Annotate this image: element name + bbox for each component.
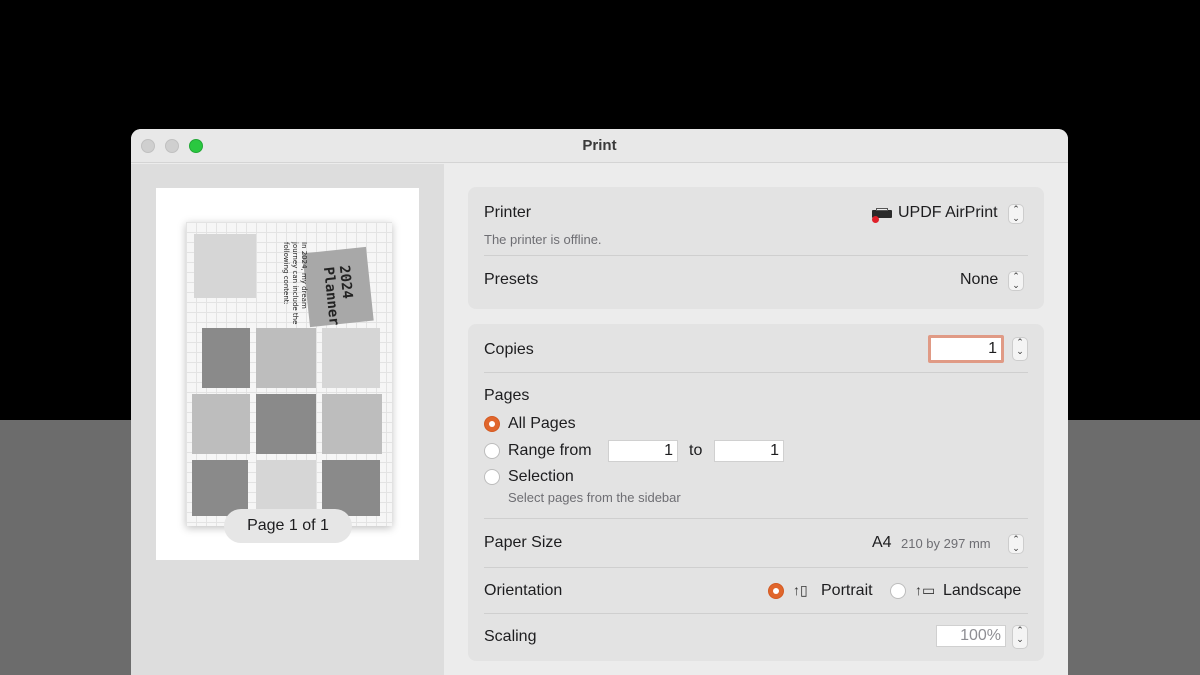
scaling-input[interactable]: 100% — [936, 625, 1006, 647]
thumbnail-tile — [194, 234, 256, 298]
landscape-radio[interactable] — [890, 583, 906, 599]
divider — [484, 372, 1028, 373]
divider — [484, 613, 1028, 614]
page-indicator: Page 1 of 1 — [224, 509, 352, 543]
divider — [484, 567, 1028, 568]
divider — [484, 255, 1028, 256]
orientation-label: Orientation — [484, 582, 563, 599]
portrait-orientation-icon: ↑▯ — [793, 582, 808, 598]
thumbnail-photo — [322, 460, 380, 516]
copies-label: Copies — [484, 341, 534, 358]
presets-select[interactable]: None — [960, 271, 998, 289]
pages-label: Pages — [484, 387, 530, 404]
paper-size-detail: 210 by 297 mm — [901, 536, 991, 551]
thumbnail-photo — [256, 328, 316, 388]
presets-popup-chevron-icon[interactable]: ⌃ ⌄ — [1008, 271, 1024, 291]
printer-panel: Printer UPDF AirPrint ⌃ ⌄ The printer is … — [468, 187, 1044, 309]
copies-input[interactable]: 1 — [928, 335, 1004, 363]
range-radio[interactable] — [484, 443, 500, 459]
printer-label: Printer — [484, 204, 532, 221]
settings-pane: Printer UPDF AirPrint ⌃ ⌄ The printer is … — [444, 164, 1068, 675]
thumbnail-photo — [256, 394, 316, 454]
thumbnail-photo — [256, 460, 316, 516]
divider — [484, 518, 1028, 519]
printer-popup-chevron-icon[interactable]: ⌃ ⌄ — [1008, 204, 1024, 224]
scaling-label: Scaling — [484, 628, 537, 645]
thumbnail-text: In 2024, my dream journey can include th… — [282, 242, 308, 325]
landscape-label: Landscape — [943, 582, 1022, 599]
thumbnail-photo — [322, 328, 380, 388]
landscape-orientation-icon: ↑▭ — [915, 582, 936, 598]
selection-radio[interactable] — [484, 469, 500, 485]
title-bar: Print — [131, 129, 1068, 163]
printer-status: The printer is offline. — [484, 232, 602, 247]
selection-hint: Select pages from the sidebar — [508, 490, 681, 505]
copies-stepper[interactable]: ⌃ ⌄ — [1012, 337, 1028, 361]
page-thumbnail: 2024 Planner In 2024, my dream journey c… — [186, 222, 392, 526]
portrait-label: Portrait — [821, 582, 873, 599]
preview-pane: 2024 Planner In 2024, my dream journey c… — [131, 164, 444, 675]
range-from-label: Range from — [508, 442, 592, 459]
paper-size-popup-chevron-icon[interactable]: ⌃ ⌄ — [1008, 534, 1024, 554]
portrait-radio[interactable] — [768, 583, 784, 599]
thumbnail-photo — [202, 328, 250, 388]
options-panel: Copies 1 ⌃ ⌄ Pages All Pages Range from 1… — [468, 324, 1044, 661]
window-title: Print — [582, 137, 617, 154]
thumbnail-photo — [192, 394, 250, 454]
all-pages-label: All Pages — [508, 415, 576, 432]
range-to-label: to — [689, 442, 703, 459]
thumbnail-title-block: 2024 Planner — [302, 246, 374, 328]
range-from-input[interactable]: 1 — [608, 440, 678, 462]
printer-icon — [872, 208, 894, 223]
thumbnail-photo — [192, 460, 248, 516]
selection-label: Selection — [508, 468, 574, 485]
scaling-stepper[interactable]: ⌃ ⌄ — [1012, 625, 1028, 649]
presets-label: Presets — [484, 271, 539, 288]
thumbnail-photo — [322, 394, 382, 454]
range-to-input[interactable]: 1 — [714, 440, 784, 462]
thumbnail-title: 2024 Planner — [319, 264, 356, 327]
print-dialog: Print 2024 Planner In 2024, my dream jou… — [131, 129, 1068, 675]
paper-size-label: Paper Size — [484, 534, 563, 551]
preview-page[interactable]: 2024 Planner In 2024, my dream journey c… — [156, 188, 419, 560]
all-pages-radio[interactable] — [484, 416, 500, 432]
printer-select[interactable]: UPDF AirPrint — [898, 204, 998, 222]
paper-size-select[interactable]: A4 — [872, 534, 892, 552]
